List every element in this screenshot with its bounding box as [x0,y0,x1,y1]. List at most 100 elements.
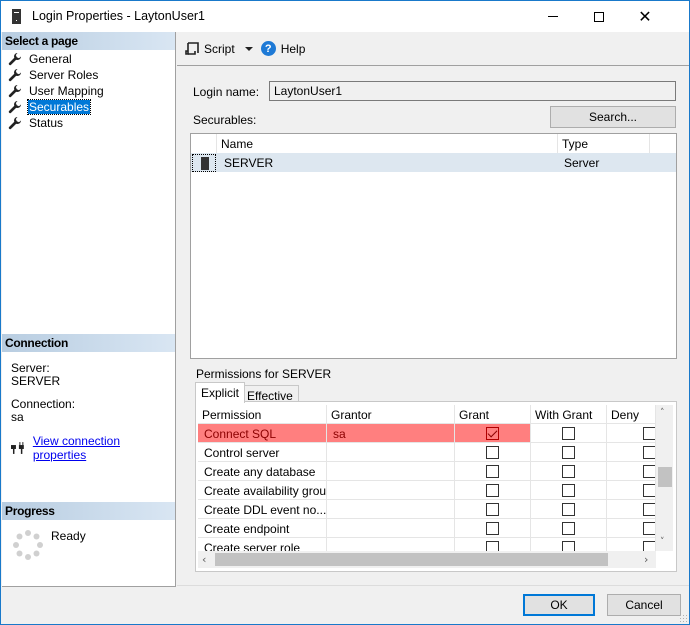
with-grant-checkbox[interactable] [562,465,575,478]
grant-checkbox[interactable] [486,427,499,440]
permission-with-grant-cell [531,462,607,481]
permission-grantor [327,500,455,519]
close-button[interactable]: ✕ [622,1,668,32]
with-grant-checkbox[interactable] [562,446,575,459]
permission-row[interactable]: Create DDL event no... [198,500,658,519]
scroll-right-icon[interactable]: › [644,553,648,566]
deny-checkbox[interactable] [643,465,655,478]
permission-name: Create DDL event no... [198,500,327,519]
permissions-label: Permissions for SERVER [196,367,332,381]
grant-checkbox[interactable] [486,465,499,478]
sidebar-item-general[interactable]: General [8,51,73,67]
sidebar-item-label: Status [29,116,64,130]
help-icon: ? [260,41,276,56]
ok-button[interactable]: OK [523,594,595,616]
securables-grid: Name Type SERVER Server [190,133,677,359]
view-connection-properties-link[interactable]: View connection properties [33,434,175,462]
resize-grip[interactable] [679,614,687,622]
column-header-deny[interactable]: Deny [607,405,656,424]
permission-grantor [327,443,455,462]
maximize-button[interactable] [576,1,622,32]
login-name-label: Login name: [193,85,260,99]
permission-grant-cell [455,519,531,538]
permission-row[interactable]: Connect SQL sa [198,424,658,443]
deny-checkbox[interactable] [643,503,655,516]
server-app-icon [12,9,21,24]
minimize-button[interactable] [530,1,576,32]
sidebar-item-securables[interactable]: Securables [8,99,92,115]
view-connection-properties[interactable]: View connection properties [11,434,175,462]
with-grant-checkbox[interactable] [562,484,575,497]
login-name-field[interactable]: LaytonUser1 [269,81,676,101]
with-grant-checkbox[interactable] [562,503,575,516]
grant-checkbox[interactable] [486,503,499,516]
permissions-horizontal-scrollbar[interactable]: ‹ › [198,551,656,568]
column-header-permission[interactable]: Permission [198,405,327,424]
permissions-panel: Permission Grantor Grant With Grant Deny… [195,401,677,572]
wrench-icon [8,100,28,114]
maximize-icon [594,11,604,22]
permission-grantor [327,481,455,500]
vertical-scroll-thumb[interactable] [658,467,672,487]
grant-checkbox[interactable] [486,484,499,497]
script-button[interactable]: Script [185,42,253,56]
grant-checkbox[interactable] [486,446,499,459]
securable-row[interactable]: SERVER Server [191,153,676,172]
permission-row[interactable]: Create availability group [198,481,658,500]
permission-name: Connect SQL [198,424,327,443]
login-properties-window: Login Properties - LaytonUser1 ✕ Select … [0,0,690,625]
permissions-grid: Permission Grantor Grant With Grant Deny… [198,405,674,569]
tab-explicit[interactable]: Explicit [195,382,246,403]
permission-row[interactable]: Create any database [198,462,658,481]
wrench-icon [8,116,28,130]
with-grant-checkbox[interactable] [562,522,575,535]
column-header-name[interactable]: Name [217,134,558,153]
search-button[interactable]: Search... [550,106,676,128]
minimize-icon [548,16,558,17]
permission-name: Create endpoint [198,519,327,538]
permission-name: Create availability group [198,481,327,500]
scroll-left-icon[interactable]: ‹ [202,553,206,566]
permission-name: Control server [198,443,327,462]
deny-checkbox[interactable] [643,484,655,497]
scroll-up-icon[interactable]: ˄ [660,408,665,418]
scroll-down-icon[interactable]: ˅ [660,537,665,547]
permission-with-grant-cell [531,424,607,443]
permission-grant-cell [455,424,531,443]
permission-deny-cell [607,481,656,500]
sidebar-item-user-mapping[interactable]: User Mapping [8,83,105,99]
permission-row[interactable]: Control server [198,443,658,462]
permission-deny-cell [607,443,656,462]
cancel-button[interactable]: Cancel [607,594,681,616]
sidebar-item-server-roles[interactable]: Server Roles [8,67,99,83]
permission-deny-cell [607,462,656,481]
column-header-grantor[interactable]: Grantor [327,405,455,424]
wrench-icon [8,68,28,82]
permission-deny-cell [607,500,656,519]
deny-checkbox[interactable] [643,427,655,440]
select-page-heading: Select a page [2,32,175,50]
deny-checkbox[interactable] [643,522,655,535]
permissions-vertical-scrollbar[interactable]: ˄ ˅ [656,405,673,551]
with-grant-checkbox[interactable] [562,427,575,440]
server-value: SERVER [11,374,61,388]
script-dropdown-icon[interactable] [244,46,253,51]
column-header-type[interactable]: Type [558,134,650,153]
horizontal-scroll-thumb[interactable] [215,553,608,566]
sidebar-item-status[interactable]: Status [8,115,64,131]
script-icon [185,41,199,55]
permission-deny-cell [607,424,656,443]
help-label: Help [280,41,306,56]
permission-with-grant-cell [531,443,607,462]
help-button[interactable]: ? Help [260,41,306,56]
grant-checkbox[interactable] [486,522,499,535]
sidebar-item-label: Server Roles [29,68,99,82]
permission-grant-cell [455,500,531,519]
deny-checkbox[interactable] [643,446,655,459]
toolbar: Script ? Help [177,32,689,66]
permission-row[interactable]: Create endpoint [198,519,658,538]
connection-heading: Connection [2,334,175,352]
column-header-with-grant[interactable]: With Grant [531,405,607,424]
connection-value: sa [11,410,24,424]
column-header-grant[interactable]: Grant [455,405,531,424]
